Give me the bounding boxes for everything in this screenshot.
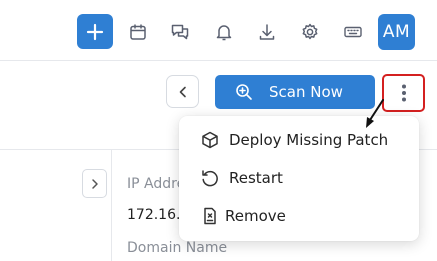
keyboard-button[interactable] <box>335 14 371 50</box>
notifications-button[interactable] <box>206 14 242 50</box>
chevron-left-icon <box>179 86 186 97</box>
expand-button[interactable] <box>82 169 107 198</box>
scan-now-button[interactable]: Scan Now <box>215 75 375 109</box>
ip-address-label: IP Addre <box>127 176 186 192</box>
add-button[interactable] <box>77 14 113 49</box>
scan-now-label: Scan Now <box>269 83 343 101</box>
restart-icon <box>199 167 221 189</box>
top-header: AM <box>0 0 437 61</box>
calendar-icon <box>130 24 146 40</box>
avatar[interactable]: AM <box>378 14 415 50</box>
chat-icon <box>171 24 189 40</box>
domain-name-label: Domain Name <box>127 240 228 256</box>
vertical-dots-icon <box>401 84 406 102</box>
settings-button[interactable] <box>292 14 328 50</box>
remove-file-icon <box>199 205 221 227</box>
more-options-menu: Deploy Missing Patch Restart Remove <box>179 116 419 241</box>
menu-item-restart[interactable]: Restart <box>179 160 419 196</box>
keyboard-icon <box>344 26 362 38</box>
more-options-button[interactable] <box>382 74 425 112</box>
menu-item-label: Remove <box>225 207 286 225</box>
gear-icon <box>302 23 318 40</box>
menu-item-remove[interactable]: Remove <box>179 198 419 234</box>
download-icon <box>259 24 275 40</box>
plus-icon <box>86 23 104 40</box>
menu-item-label: Restart <box>229 169 283 187</box>
back-button[interactable] <box>166 75 199 108</box>
scan-zoom-icon <box>236 84 252 100</box>
menu-item-label: Deploy Missing Patch <box>229 131 389 149</box>
chevron-right-icon <box>91 178 98 189</box>
panel-divider <box>111 149 112 261</box>
chat-button[interactable] <box>162 14 198 50</box>
download-button[interactable] <box>249 14 285 50</box>
calendar-button[interactable] <box>120 14 156 50</box>
cube-icon <box>199 129 221 151</box>
bell-icon <box>216 25 232 41</box>
menu-item-deploy-missing-patch[interactable]: Deploy Missing Patch <box>179 122 419 158</box>
